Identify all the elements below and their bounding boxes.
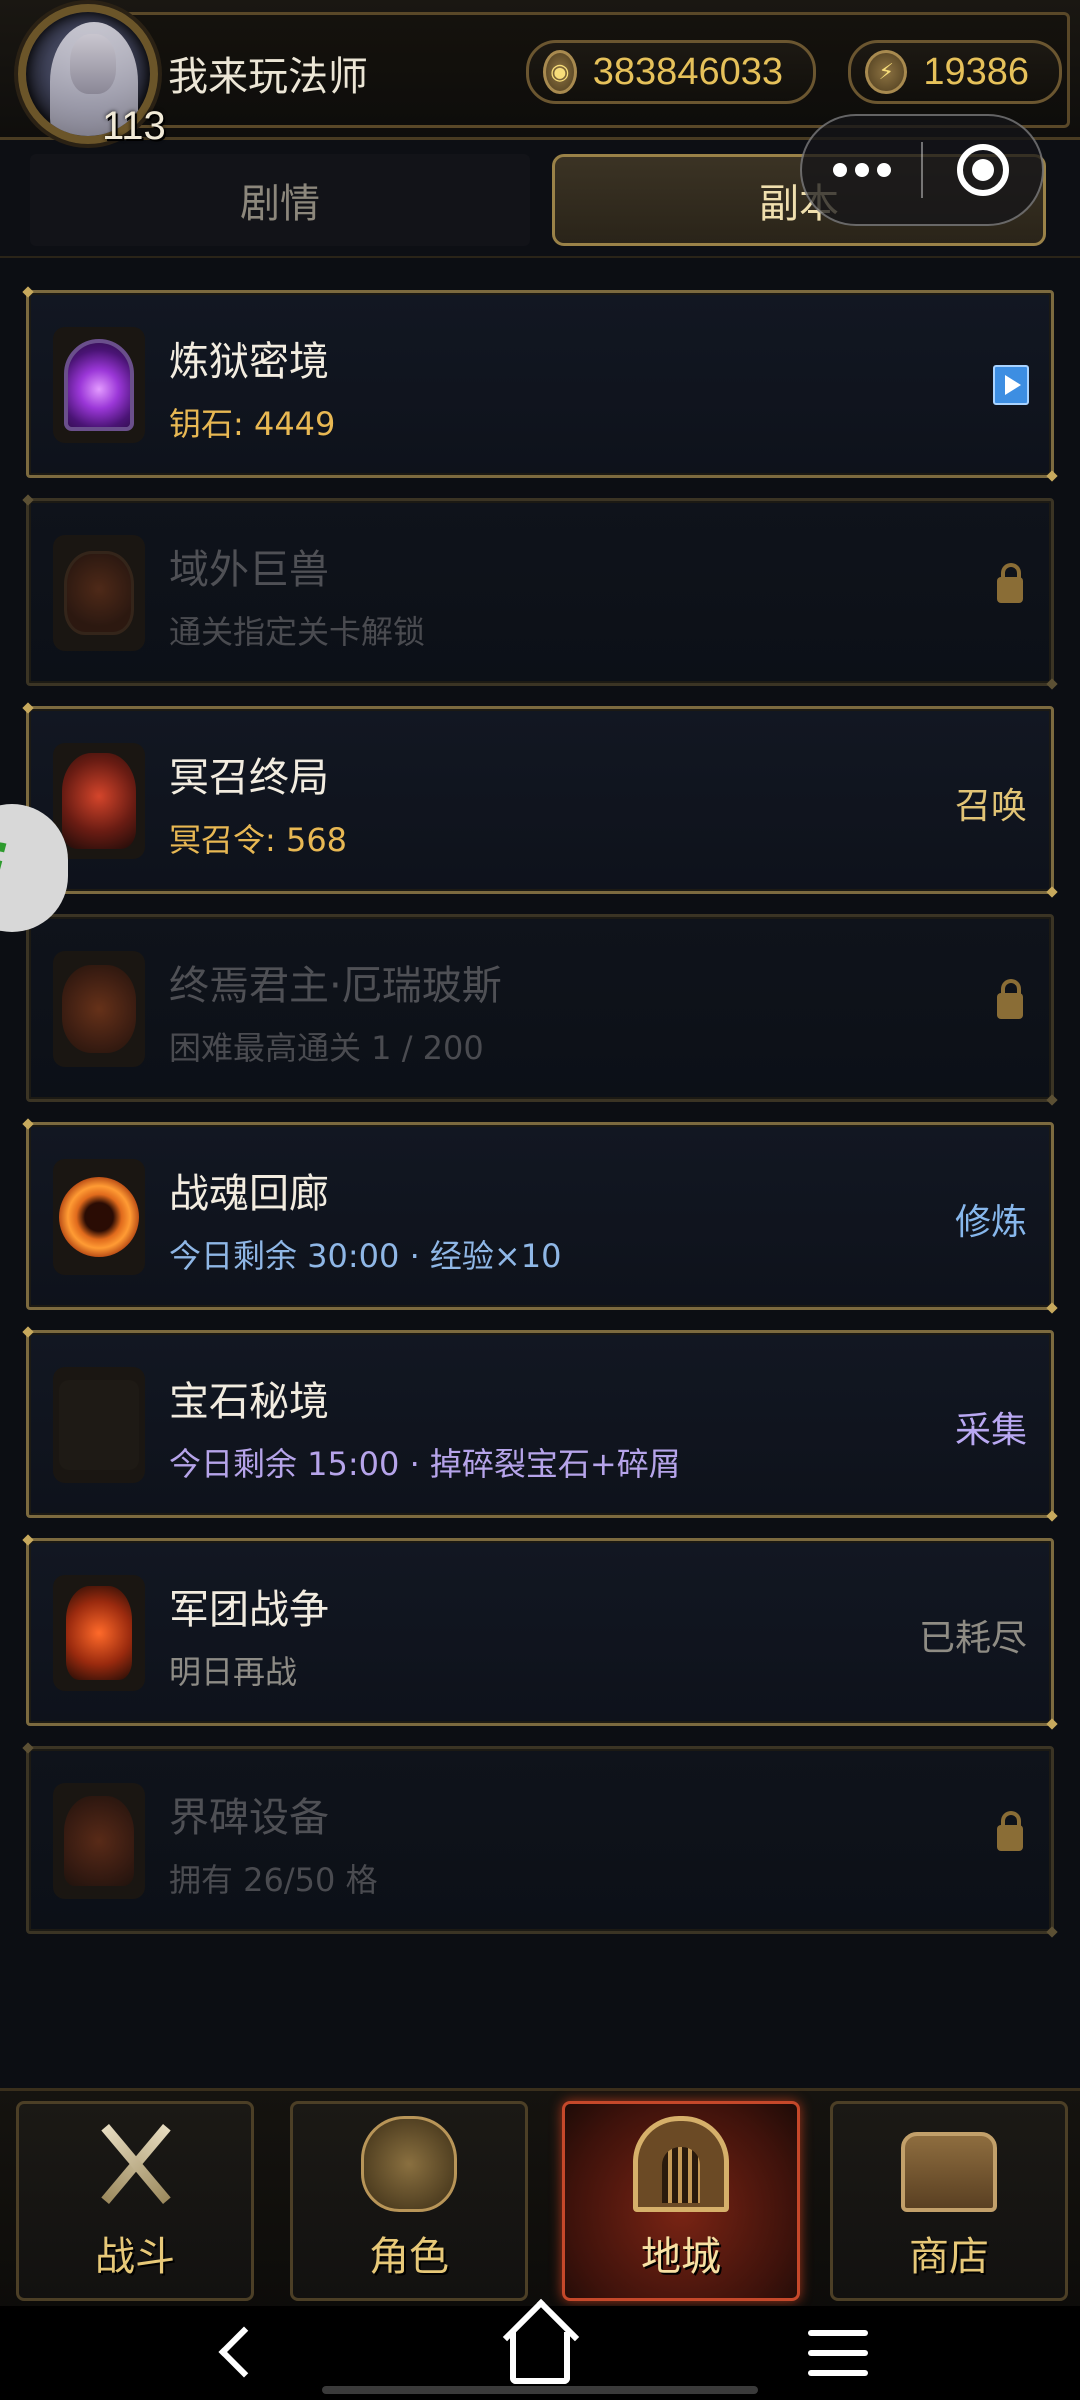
exhausted-status: 已耗尽 — [918, 1618, 1027, 1659]
lock-icon — [997, 1811, 1023, 1851]
crossed-swords-icon — [87, 2116, 183, 2212]
dungeon-card-soul-corridor[interactable]: 战魂回廊 今日剩余 30:00 · 经验×10 修炼 — [26, 1122, 1054, 1310]
dungeon-title: 界碑设备 — [169, 1795, 329, 1841]
home-icon[interactable] — [510, 2332, 570, 2384]
dungeon-title: 军团战争 — [169, 1587, 329, 1633]
dungeon-title: 冥召终局 — [169, 755, 329, 801]
menu-icon[interactable] — [808, 2330, 868, 2390]
dungeon-subtitle: 困难最高通关 1 / 200 — [169, 1029, 484, 1067]
dungeon-card-legion[interactable]: 军团战争 明日再战 已耗尽 — [26, 1538, 1054, 1726]
nav-label: 商店 — [909, 2234, 989, 2280]
gem-icon — [53, 1367, 145, 1483]
portal-icon — [53, 327, 145, 443]
tab-story[interactable]: 剧情 — [30, 154, 530, 246]
dungeon-title: 战魂回廊 — [169, 1171, 329, 1217]
dungeon-subtitle: 明日再战 — [169, 1653, 298, 1691]
summon-demon-icon — [53, 743, 145, 859]
dungeon-card-lord[interactable]: 终焉君主·厄瑞玻斯 困难最高通关 1 / 200 — [26, 914, 1054, 1102]
gold-currency[interactable]: ◉ 383846033 — [526, 40, 816, 104]
lock-icon — [997, 563, 1023, 603]
more-menu-icon[interactable] — [802, 163, 921, 177]
player-name: 我来玩法师 — [168, 54, 368, 100]
gather-button[interactable]: 采集 — [955, 1401, 1027, 1453]
nav-character[interactable]: 角色 — [290, 2101, 528, 2301]
bottom-nav: 战斗 角色 地城 商店 — [0, 2088, 1080, 2306]
back-icon[interactable] — [218, 2326, 270, 2378]
miniprogram-capsule — [800, 114, 1044, 226]
dungeon-card-beast[interactable]: 域外巨兽 通关指定关卡解锁 — [26, 498, 1054, 686]
dungeon-subtitle: 通关指定关卡解锁 — [169, 613, 426, 651]
dungeon-title: 域外巨兽 — [169, 547, 329, 593]
nav-dungeon[interactable]: 地城 — [562, 2101, 800, 2301]
app-screen: 我来玩法师 ◉ 383846033 ⚡ 19386 113 剧情 副本 炼狱密境… — [0, 0, 1080, 2400]
avatar[interactable]: 113 — [12, 4, 166, 164]
beast-icon — [53, 535, 145, 651]
dungeon-title: 终焉君主·厄瑞玻斯 — [169, 963, 502, 1009]
summon-button[interactable]: 召唤 — [955, 777, 1027, 829]
nav-label: 战斗 — [95, 2234, 175, 2280]
play-icon[interactable] — [993, 365, 1029, 405]
legion-icon — [53, 1575, 145, 1691]
gesture-bar — [322, 2386, 758, 2394]
mask-icon — [361, 2116, 457, 2212]
player-level: 113 — [102, 104, 166, 148]
gold-amount: 383846033 — [592, 50, 783, 93]
gate-icon — [633, 2116, 729, 2212]
dungeon-card-stele[interactable]: 界碑设备 拥有 26/50 格 — [26, 1746, 1054, 1934]
avatar-face — [70, 34, 116, 94]
lightning-icon: ⚡ — [865, 50, 908, 94]
dungeon-card-summon[interactable]: 冥召终局 冥召令: 568 召唤 — [26, 706, 1054, 894]
dungeon-title: 宝石秘境 — [169, 1379, 329, 1425]
nav-shop[interactable]: 商店 — [830, 2101, 1068, 2301]
soul-orb-icon — [53, 1159, 145, 1275]
energy-amount: 19386 — [923, 50, 1029, 93]
train-button[interactable]: 修炼 — [955, 1193, 1027, 1245]
dungeon-subtitle: 冥召令: 568 — [169, 821, 348, 859]
treasure-chest-icon — [901, 2132, 997, 2212]
dungeon-subtitle: 拥有 26/50 格 — [169, 1861, 378, 1899]
stele-icon — [53, 1783, 145, 1899]
dungeon-subtitle: 今日剩余 30:00 · 经验×10 — [169, 1237, 562, 1275]
lock-icon — [997, 979, 1023, 1019]
close-target-icon[interactable] — [923, 144, 1042, 196]
gold-coin-icon: ◉ — [543, 50, 577, 94]
dungeon-card-inferno[interactable]: 炼狱密境 钥石: 4449 — [26, 290, 1054, 478]
dungeon-subtitle: 今日剩余 15:00 · 掉碎裂宝石+碎屑 — [169, 1445, 681, 1483]
dungeon-subtitle: 钥石: 4449 — [169, 405, 336, 443]
energy-currency[interactable]: ⚡ 19386 — [848, 40, 1062, 104]
dungeon-card-gem[interactable]: 宝石秘境 今日剩余 15:00 · 掉碎裂宝石+碎屑 采集 — [26, 1330, 1054, 1518]
lord-icon — [53, 951, 145, 1067]
nav-label: 地城 — [641, 2234, 721, 2280]
nav-battle[interactable]: 战斗 — [16, 2101, 254, 2301]
nav-label: 角色 — [369, 2234, 449, 2280]
dungeon-title: 炼狱密境 — [169, 339, 329, 385]
